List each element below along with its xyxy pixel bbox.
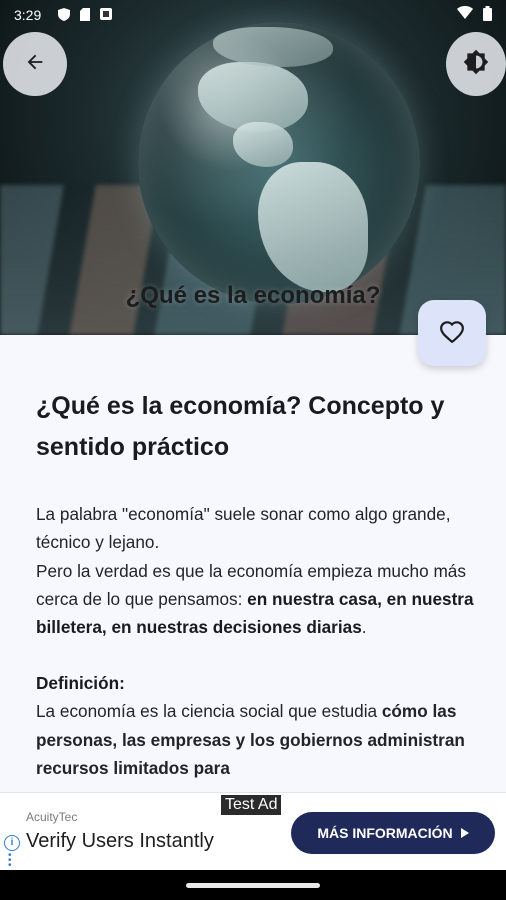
shield-icon: [58, 8, 70, 24]
ad-cta-label: MÁS INFORMACIÓN: [317, 825, 453, 841]
ad-headline[interactable]: Verify Users Instantly: [26, 830, 214, 853]
status-bar: 3:29: [0, 0, 506, 32]
app-icon: [100, 8, 112, 24]
definition-text: La economía es la ciencia social que est…: [36, 697, 476, 782]
wifi-icon: [457, 6, 473, 24]
heart-icon: [439, 319, 465, 348]
ad-cta-button[interactable]: MÁS INFORMACIÓN: [291, 812, 495, 854]
article-content: ¿Qué es la economía? Concepto y sentido …: [36, 386, 476, 782]
theme-toggle-button[interactable]: [446, 32, 506, 96]
back-button[interactable]: [3, 32, 67, 96]
play-arrow-icon: [460, 825, 469, 841]
globe-image: [138, 22, 420, 304]
ad-more-icon[interactable]: • • •: [8, 851, 12, 871]
article-paragraph: La palabra "economía" suele sonar como a…: [36, 500, 476, 641]
navigation-bar: [0, 870, 506, 900]
ad-info-icon[interactable]: i: [4, 835, 20, 851]
sim-icon: [80, 8, 90, 24]
definition-label: Definición:: [36, 673, 125, 694]
arrow-left-icon: [24, 51, 46, 78]
home-gesture-handle[interactable]: [186, 883, 320, 888]
hero-image: ¿Qué es la economía?: [0, 0, 506, 335]
favorite-button[interactable]: [418, 300, 486, 366]
paragraph-2-end: .: [361, 617, 367, 638]
article-title: ¿Qué es la economía? Concepto y sentido …: [36, 392, 445, 461]
brightness-icon: [463, 49, 489, 80]
ad-advertiser: AcuityTec: [26, 810, 78, 824]
paragraph-1: La palabra "economía" suele sonar como a…: [36, 504, 451, 553]
ad-banner[interactable]: Test Ad AcuityTec i • • • Verify Users Ins…: [0, 792, 506, 871]
test-ad-badge: Test Ad: [221, 795, 282, 815]
status-time: 3:29: [14, 7, 42, 23]
battery-icon: [483, 6, 492, 24]
definition-plain: La economía es la ciencia social que est…: [36, 701, 382, 722]
